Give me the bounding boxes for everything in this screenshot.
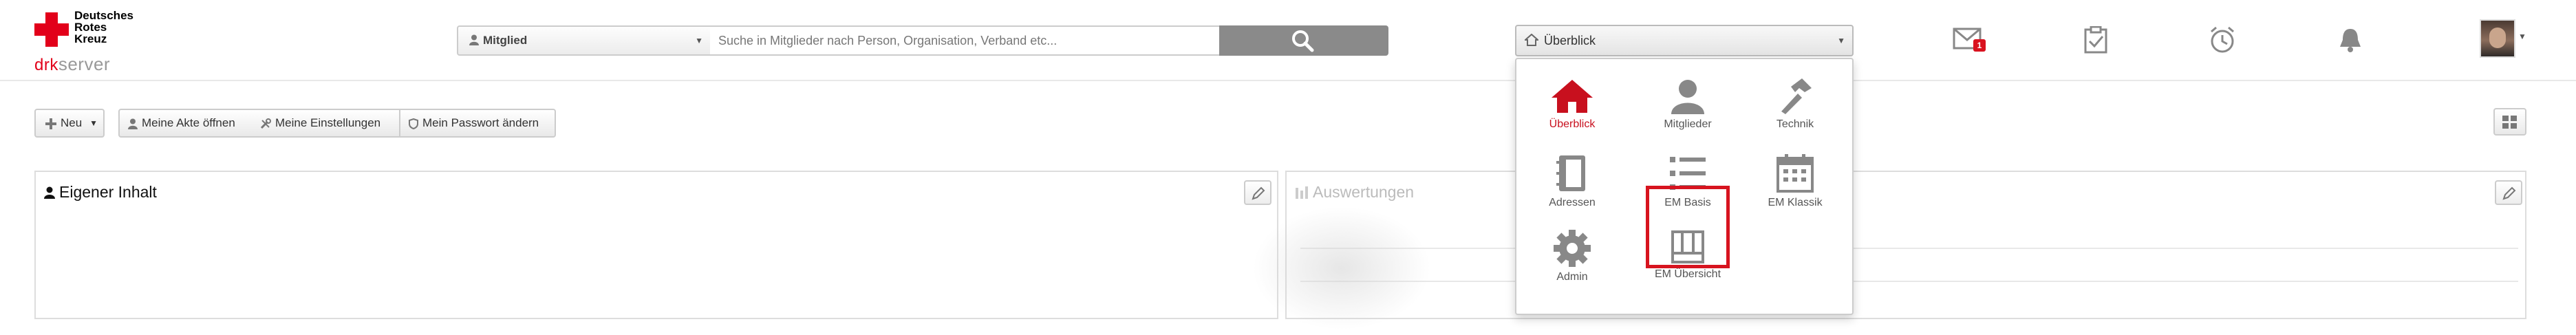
chevron-down-icon[interactable]: ▼ bbox=[2518, 32, 2526, 41]
bell-icon[interactable] bbox=[2337, 26, 2364, 54]
my-settings-button[interactable]: Meine Einstellungen bbox=[252, 109, 400, 138]
clipboard-check-icon[interactable] bbox=[2083, 26, 2108, 54]
menu-item-members[interactable]: Mitglieder bbox=[1636, 78, 1739, 147]
chevron-down-icon: ▼ bbox=[89, 118, 98, 128]
shield-icon bbox=[409, 118, 418, 129]
avatar[interactable] bbox=[2480, 19, 2515, 58]
menu-item-admin[interactable]: Admin bbox=[1521, 230, 1624, 299]
red-cross-icon bbox=[34, 12, 69, 47]
plus-icon bbox=[45, 118, 56, 129]
menu-item-em-klassik[interactable]: EM Klassik bbox=[1743, 154, 1847, 223]
menu-item-overview[interactable]: Überblick bbox=[1521, 78, 1624, 147]
chevron-down-icon: ▼ bbox=[695, 36, 703, 45]
address-book-icon bbox=[1556, 155, 1585, 191]
loading-shadow bbox=[1252, 206, 1431, 330]
chart-icon bbox=[1296, 186, 1308, 199]
logo-org-name: Deutsches Rotes Kreuz bbox=[74, 9, 133, 45]
chevron-down-icon: ▼ bbox=[1837, 36, 1845, 45]
grid-icon bbox=[2502, 116, 2517, 129]
home-icon bbox=[1525, 34, 1538, 46]
edit-button[interactable] bbox=[2495, 180, 2522, 205]
panel-title: Eigener Inhalt bbox=[44, 183, 157, 202]
change-password-button[interactable]: Mein Passwort ändern bbox=[399, 109, 556, 138]
menu-item-technik[interactable]: Technik bbox=[1743, 78, 1847, 147]
own-content-panel: Eigener Inhalt bbox=[34, 171, 1278, 319]
divider bbox=[1300, 281, 2518, 282]
panel-title: Auswertungen bbox=[1295, 183, 1414, 202]
person-icon bbox=[44, 186, 55, 199]
logo-server-name: drkserver bbox=[34, 54, 111, 74]
new-button[interactable]: Neu ▼ bbox=[34, 109, 105, 138]
home-icon bbox=[1552, 80, 1593, 113]
view-dropdown-menu: Überblick Mitglieder Technik Adressen EM… bbox=[1515, 58, 1854, 315]
selection-highlight bbox=[1646, 186, 1730, 268]
reports-panel: Auswertungen bbox=[1285, 171, 2526, 319]
person-icon bbox=[1671, 80, 1704, 114]
pencil-icon bbox=[2502, 186, 2516, 200]
search-input[interactable]: Suche in Mitglieder nach Person, Organis… bbox=[710, 25, 1221, 56]
divider bbox=[1300, 248, 2518, 249]
calendar-icon bbox=[1777, 154, 1814, 193]
edit-button[interactable] bbox=[1244, 180, 1271, 205]
hammer-icon bbox=[1781, 78, 1812, 114]
pencil-icon bbox=[1252, 186, 1265, 200]
person-icon bbox=[128, 118, 138, 129]
header: Deutsches Rotes Kreuz drkserver Mitglied… bbox=[0, 0, 2576, 81]
drk-logo[interactable]: Deutsches Rotes Kreuz drkserver bbox=[32, 9, 149, 74]
alarm-clock-icon[interactable] bbox=[2209, 26, 2236, 54]
open-my-file-button[interactable]: Meine Akte öffnen bbox=[118, 109, 253, 138]
search-icon bbox=[1292, 30, 1314, 52]
person-icon bbox=[469, 34, 479, 45]
search-scope-select[interactable]: Mitglied ▼ bbox=[457, 25, 711, 56]
view-select[interactable]: Überblick ▼ bbox=[1515, 25, 1854, 56]
gear-icon bbox=[1554, 230, 1591, 267]
notification-badge: 1 bbox=[1973, 39, 1986, 52]
search-button[interactable] bbox=[1219, 25, 1388, 56]
layout-grid-button[interactable] bbox=[2493, 108, 2526, 136]
tools-icon bbox=[260, 118, 271, 129]
menu-item-addresses[interactable]: Adressen bbox=[1521, 154, 1624, 223]
